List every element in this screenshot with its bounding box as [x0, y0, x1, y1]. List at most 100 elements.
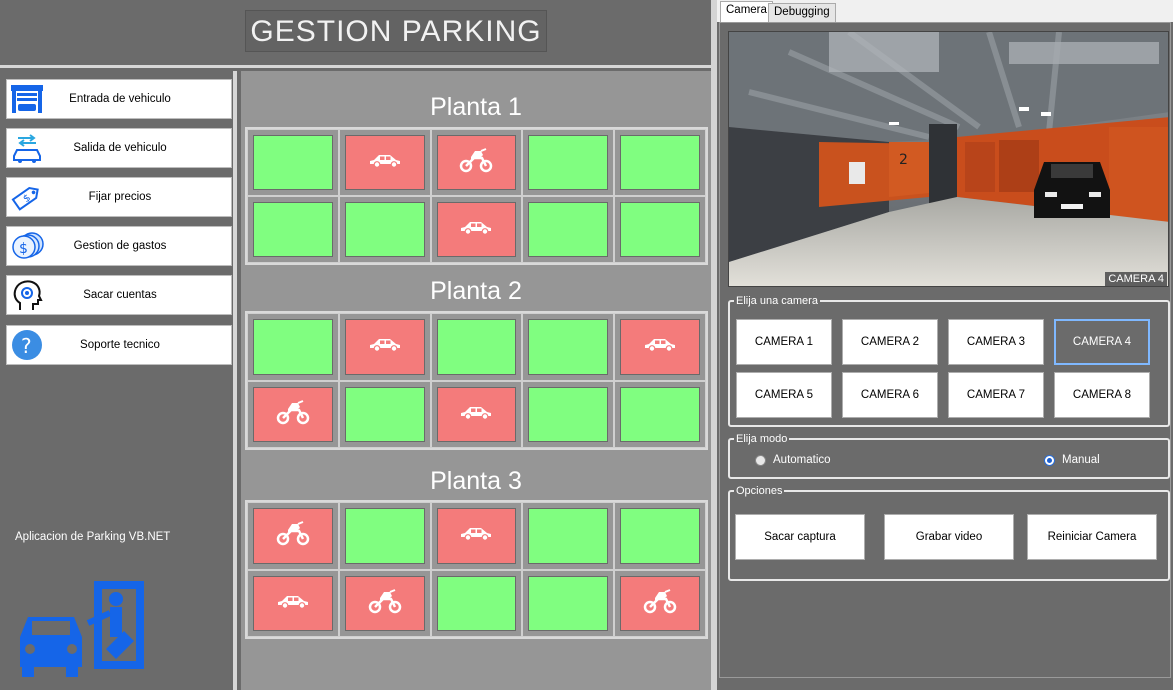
- free-slot-button[interactable]: [528, 202, 609, 257]
- parking-slot: [430, 196, 523, 263]
- camera-6-button[interactable]: CAMERA 6: [842, 372, 938, 418]
- free-slot-button[interactable]: [253, 319, 333, 375]
- parking-slot: [430, 313, 523, 381]
- floor-title: Planta 1: [430, 93, 522, 121]
- mode-group-label: Elija modo: [736, 433, 788, 445]
- app-caption: Aplicacion de Parking VB.NET: [15, 531, 171, 543]
- camera-4-button[interactable]: CAMERA 4: [1054, 319, 1150, 365]
- garage-camera-image: 2: [729, 32, 1168, 286]
- sacar-cuentas-label: Sacar cuentas: [83, 289, 157, 301]
- parking-slot: [247, 313, 339, 381]
- car-exit-arrows-icon: [9, 130, 45, 166]
- manual-radio[interactable]: Manual: [1044, 454, 1100, 466]
- parking-slot: [522, 196, 615, 263]
- free-slot-button[interactable]: [436, 319, 517, 375]
- parking-slot: [247, 502, 339, 570]
- free-slot-button[interactable]: [620, 202, 700, 257]
- car-slot-button[interactable]: [253, 575, 333, 631]
- free-slot-button[interactable]: [620, 135, 700, 190]
- fijar-precios-button[interactable]: $ Fijar precios: [6, 177, 232, 217]
- head-gear-icon: [9, 277, 45, 313]
- moto-slot-button[interactable]: [620, 575, 700, 631]
- floor-3-grid: [245, 500, 708, 639]
- tab-debugging[interactable]: Debugging: [768, 3, 836, 22]
- automatico-label: Automatico: [773, 454, 831, 466]
- free-slot-button[interactable]: [528, 319, 609, 375]
- parking-slot: [614, 313, 706, 381]
- sacar-cuentas-button[interactable]: Sacar cuentas: [6, 275, 232, 315]
- grabar-video-button[interactable]: Grabar video: [884, 514, 1014, 560]
- parking-slot: [430, 129, 523, 196]
- svg-text:2: 2: [899, 152, 908, 168]
- moto-slot-button[interactable]: [436, 135, 517, 190]
- parking-attendant-logo-icon: [10, 579, 150, 679]
- automatico-radio[interactable]: Automatico: [755, 454, 831, 466]
- parking-slot: [338, 569, 431, 637]
- garage-car-icon: [9, 81, 45, 117]
- car-icon: [368, 152, 402, 173]
- parking-slot: [247, 129, 339, 196]
- free-slot-button[interactable]: [344, 508, 425, 564]
- free-slot-button[interactable]: [344, 202, 425, 257]
- sacar-captura-button[interactable]: Sacar captura: [735, 514, 865, 560]
- motorcycle-icon: [368, 588, 402, 619]
- camera-5-button[interactable]: CAMERA 5: [736, 372, 832, 418]
- car-slot-button[interactable]: [436, 508, 517, 564]
- entrada-vehiculo-label: Entrada de vehiculo: [69, 93, 171, 105]
- soporte-tecnico-button[interactable]: ? Soporte tecnico: [6, 325, 232, 365]
- parking-slot: [614, 129, 706, 196]
- camera-7-button[interactable]: CAMERA 7: [948, 372, 1044, 418]
- camera-overlay-label: CAMERA 4: [1105, 272, 1167, 286]
- free-slot-button[interactable]: [528, 508, 609, 564]
- salida-vehiculo-label: Salida de vehiculo: [73, 142, 167, 154]
- car-slot-button[interactable]: [344, 319, 425, 375]
- free-slot-button[interactable]: [528, 135, 609, 190]
- floor-title: Planta 3: [430, 467, 522, 495]
- parking-slot: [338, 313, 431, 381]
- moto-slot-button[interactable]: [253, 386, 333, 442]
- car-icon: [459, 219, 493, 240]
- floor-title: Planta 2: [430, 277, 522, 305]
- free-slot-button[interactable]: [436, 575, 517, 631]
- gestion-gastos-button[interactable]: $ Gestion de gastos: [6, 226, 232, 266]
- free-slot-button[interactable]: [528, 575, 609, 631]
- parking-slot: [522, 569, 615, 637]
- camera-2-button[interactable]: CAMERA 2: [842, 319, 938, 365]
- free-slot-button[interactable]: [253, 135, 333, 190]
- parking-slot: [247, 380, 339, 448]
- camera-3-button[interactable]: CAMERA 3: [948, 319, 1044, 365]
- car-slot-button[interactable]: [620, 319, 700, 375]
- camera-tab-body: 2 CAMERA 4 Elija una camera CAMERA 1 CAME…: [719, 22, 1171, 678]
- tab-strip: Camera Debugging: [717, 0, 1173, 23]
- reiniciar-camera-button[interactable]: Reiniciar Camera: [1027, 514, 1157, 560]
- moto-slot-button[interactable]: [344, 575, 425, 631]
- manual-label: Manual: [1062, 454, 1100, 466]
- entrada-vehiculo-button[interactable]: Entrada de vehiculo: [6, 79, 232, 119]
- moto-slot-button[interactable]: [253, 508, 333, 564]
- free-slot-button[interactable]: [620, 386, 700, 442]
- car-slot-button[interactable]: [436, 202, 517, 257]
- floor-2-grid: [245, 311, 708, 450]
- camera-feed: 2 CAMERA 4: [728, 31, 1169, 287]
- camera-8-button[interactable]: CAMERA 8: [1054, 372, 1150, 418]
- free-slot-button[interactable]: [344, 386, 425, 442]
- parking-slot: [522, 129, 615, 196]
- car-slot-button[interactable]: [436, 386, 517, 442]
- parking-slot: [522, 380, 615, 448]
- options-group-label: Opciones: [736, 485, 783, 497]
- car-icon: [643, 336, 677, 357]
- parking-slot: [338, 129, 431, 196]
- parking-slot: [430, 380, 523, 448]
- parking-slot: [338, 196, 431, 263]
- parking-slot: [338, 380, 431, 448]
- free-slot-button[interactable]: [528, 386, 609, 442]
- free-slot-button[interactable]: [620, 508, 700, 564]
- free-slot-button[interactable]: [253, 202, 333, 257]
- tab-camera[interactable]: Camera: [720, 1, 773, 23]
- application-window: GESTION PARKING Entrada de vehiculo Sali…: [0, 0, 1173, 690]
- car-icon: [368, 336, 402, 357]
- salida-vehiculo-button[interactable]: Salida de vehiculo: [6, 128, 232, 168]
- car-slot-button[interactable]: [344, 135, 425, 190]
- motorcycle-icon: [276, 399, 310, 430]
- camera-1-button[interactable]: CAMERA 1: [736, 319, 832, 365]
